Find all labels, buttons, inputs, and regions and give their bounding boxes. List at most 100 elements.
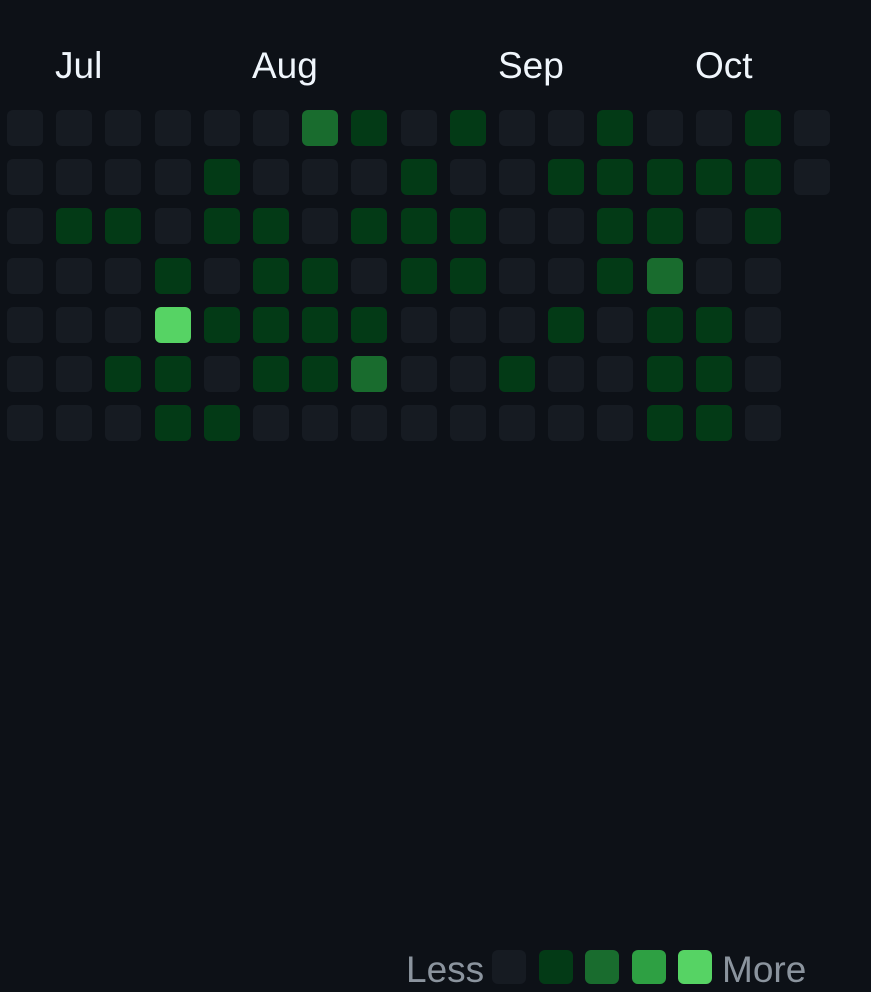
contribution-cell[interactable] xyxy=(155,356,191,392)
contribution-cell[interactable] xyxy=(7,258,43,294)
contribution-cell[interactable] xyxy=(647,110,683,146)
contribution-cell[interactable] xyxy=(351,208,387,244)
contribution-cell[interactable] xyxy=(253,307,289,343)
contribution-cell[interactable] xyxy=(597,110,633,146)
contribution-cell[interactable] xyxy=(7,110,43,146)
contribution-cell[interactable] xyxy=(7,356,43,392)
contribution-cell[interactable] xyxy=(302,307,338,343)
contribution-cell[interactable] xyxy=(105,307,141,343)
contribution-cell[interactable] xyxy=(7,307,43,343)
contribution-cell[interactable] xyxy=(7,208,43,244)
contribution-cell[interactable] xyxy=(745,159,781,195)
contribution-cell[interactable] xyxy=(548,159,584,195)
contribution-cell[interactable] xyxy=(401,159,437,195)
contribution-cell[interactable] xyxy=(253,356,289,392)
contribution-cell[interactable] xyxy=(597,258,633,294)
contribution-cell[interactable] xyxy=(745,405,781,441)
contribution-cell[interactable] xyxy=(696,258,732,294)
contribution-cell[interactable] xyxy=(56,208,92,244)
contribution-cell[interactable] xyxy=(7,405,43,441)
contribution-cell[interactable] xyxy=(155,208,191,244)
contribution-cell[interactable] xyxy=(105,405,141,441)
contribution-cell[interactable] xyxy=(499,405,535,441)
contribution-cell[interactable] xyxy=(745,356,781,392)
contribution-cell[interactable] xyxy=(548,258,584,294)
contribution-cell[interactable] xyxy=(450,159,486,195)
contribution-cell[interactable] xyxy=(647,405,683,441)
contribution-cell[interactable] xyxy=(499,110,535,146)
contribution-cell[interactable] xyxy=(499,159,535,195)
contribution-cell[interactable] xyxy=(450,307,486,343)
contribution-cell[interactable] xyxy=(597,307,633,343)
contribution-cell[interactable] xyxy=(401,110,437,146)
contribution-cell[interactable] xyxy=(155,307,191,343)
contribution-cell[interactable] xyxy=(597,159,633,195)
contribution-cell[interactable] xyxy=(302,356,338,392)
contribution-cell[interactable] xyxy=(204,307,240,343)
contribution-cell[interactable] xyxy=(745,110,781,146)
contribution-cell[interactable] xyxy=(597,405,633,441)
contribution-cell[interactable] xyxy=(253,159,289,195)
contribution-cell[interactable] xyxy=(548,405,584,441)
contribution-cell[interactable] xyxy=(401,356,437,392)
contribution-cell[interactable] xyxy=(696,405,732,441)
contribution-cell[interactable] xyxy=(548,208,584,244)
contribution-cell[interactable] xyxy=(450,356,486,392)
contribution-cell[interactable] xyxy=(696,110,732,146)
contribution-cell[interactable] xyxy=(105,356,141,392)
contribution-cell[interactable] xyxy=(105,110,141,146)
contribution-cell[interactable] xyxy=(647,258,683,294)
contribution-cell[interactable] xyxy=(696,307,732,343)
contribution-cell[interactable] xyxy=(745,258,781,294)
contribution-cell[interactable] xyxy=(105,258,141,294)
contribution-cell[interactable] xyxy=(351,110,387,146)
contribution-cell[interactable] xyxy=(204,110,240,146)
contribution-cell[interactable] xyxy=(450,258,486,294)
contribution-cell[interactable] xyxy=(155,110,191,146)
contribution-cell[interactable] xyxy=(450,405,486,441)
contribution-cell[interactable] xyxy=(56,405,92,441)
contribution-cell[interactable] xyxy=(302,258,338,294)
contribution-cell[interactable] xyxy=(499,356,535,392)
contribution-cell[interactable] xyxy=(56,258,92,294)
contribution-cell[interactable] xyxy=(155,258,191,294)
contribution-cell[interactable] xyxy=(56,110,92,146)
contribution-cell[interactable] xyxy=(155,405,191,441)
contribution-cell[interactable] xyxy=(204,258,240,294)
contribution-cell[interactable] xyxy=(499,258,535,294)
contribution-cell[interactable] xyxy=(56,356,92,392)
contribution-cell[interactable] xyxy=(253,208,289,244)
contribution-cell[interactable] xyxy=(105,159,141,195)
contribution-cell[interactable] xyxy=(204,208,240,244)
contribution-cell[interactable] xyxy=(105,208,141,244)
contribution-cell[interactable] xyxy=(548,307,584,343)
contribution-cell[interactable] xyxy=(204,356,240,392)
contribution-cell[interactable] xyxy=(647,159,683,195)
contribution-cell[interactable] xyxy=(696,208,732,244)
contribution-cell[interactable] xyxy=(155,159,191,195)
contribution-cell[interactable] xyxy=(696,356,732,392)
contribution-cell[interactable] xyxy=(56,307,92,343)
contribution-cell[interactable] xyxy=(351,258,387,294)
contribution-cell[interactable] xyxy=(401,307,437,343)
contribution-cell[interactable] xyxy=(745,307,781,343)
contribution-cell[interactable] xyxy=(548,356,584,392)
contribution-cell[interactable] xyxy=(597,208,633,244)
contribution-cell[interactable] xyxy=(696,159,732,195)
contribution-cell[interactable] xyxy=(253,258,289,294)
contribution-cell[interactable] xyxy=(647,307,683,343)
contribution-cell[interactable] xyxy=(450,110,486,146)
contribution-cell[interactable] xyxy=(302,159,338,195)
contribution-cell[interactable] xyxy=(548,110,584,146)
contribution-cell[interactable] xyxy=(302,405,338,441)
contribution-cell[interactable] xyxy=(7,159,43,195)
contribution-cell[interactable] xyxy=(401,208,437,244)
contribution-cell[interactable] xyxy=(794,159,830,195)
contribution-cell[interactable] xyxy=(647,356,683,392)
contribution-cell[interactable] xyxy=(647,208,683,244)
contribution-cell[interactable] xyxy=(499,208,535,244)
contribution-cell[interactable] xyxy=(794,110,830,146)
contribution-cell[interactable] xyxy=(302,110,338,146)
contribution-cell[interactable] xyxy=(450,208,486,244)
contribution-cell[interactable] xyxy=(745,208,781,244)
